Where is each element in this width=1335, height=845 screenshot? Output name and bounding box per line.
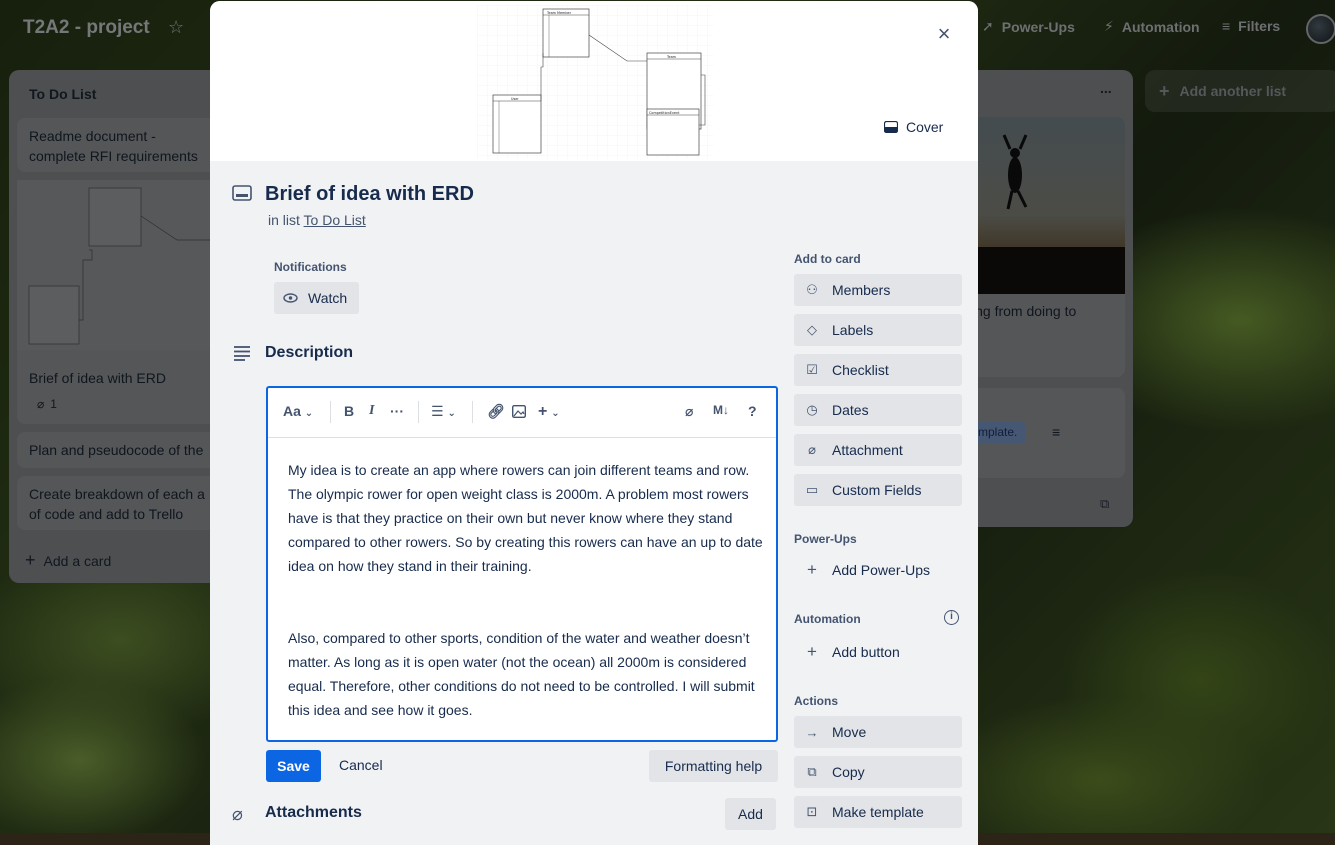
labels-button[interactable]: ◇ Labels (794, 314, 962, 346)
members-label: Members (832, 282, 891, 298)
add-button-button[interactable]: + Add button (794, 636, 962, 668)
description-icon (234, 346, 250, 361)
toolbar-divider (330, 401, 331, 423)
image-icon[interactable] (512, 405, 526, 418)
add-button-label: Add button (832, 644, 900, 660)
erd-table-label: Team Member (546, 11, 572, 15)
actions-section-label: Actions (794, 694, 839, 708)
custom-fields-button[interactable]: ▭ Custom Fields (794, 474, 962, 506)
clock-icon: ◷ (806, 402, 818, 417)
erd-cover-image: Team Member Team User CompetitionEvent (477, 5, 713, 159)
custom-fields-icon: ▭ (805, 482, 819, 497)
close-icon: × (937, 21, 951, 46)
paperclip-icon: ⌀ (685, 403, 694, 419)
attachments-heading: Attachments (265, 804, 362, 821)
add-power-ups-label: Add Power-Ups (832, 562, 931, 578)
checklist-button[interactable]: ☑ Checklist (794, 354, 962, 386)
attachment-button[interactable]: ⌀ Attachment (794, 434, 962, 466)
add-attachment-button[interactable]: Add (725, 798, 776, 830)
move-label: Move (832, 724, 867, 740)
paperclip-icon: ⌀ (232, 804, 243, 824)
card-cover: Team Member Team User CompetitionEvent × (210, 1, 978, 161)
automation-section-label: Automation (794, 612, 861, 626)
checklist-label: Checklist (832, 362, 889, 378)
description-heading: Description (265, 344, 354, 361)
in-list-text: in list To Do List (268, 212, 366, 228)
checklist-icon: ☑ (806, 362, 818, 377)
move-button[interactable]: → Move (794, 716, 962, 748)
card-title[interactable]: Brief of idea with ERD (265, 183, 474, 206)
card-cover-icon (884, 121, 898, 133)
notifications-label: Notifications (274, 260, 347, 274)
dates-label: Dates (832, 402, 869, 418)
italic-button[interactable]: I (369, 403, 374, 419)
eye-icon (283, 293, 298, 303)
markdown-button[interactable]: M↓ (713, 403, 729, 417)
dates-button[interactable]: ◷ Dates (794, 394, 962, 426)
plus-icon: + (807, 560, 817, 579)
copy-label: Copy (832, 764, 865, 780)
add-to-card-label: Add to card (794, 252, 861, 266)
description-paragraph: Also, compared to other sports, conditio… (288, 630, 755, 718)
in-list-link[interactable]: To Do List (304, 212, 366, 228)
power-ups-section-label: Power-Ups (794, 532, 857, 546)
card-icon (232, 185, 252, 201)
chevron-down-icon: ⌄ (447, 408, 456, 419)
plus-icon: + (807, 642, 817, 661)
toolbar-divider (418, 401, 419, 423)
toolbar-divider (472, 401, 473, 423)
erd-table-label: User (511, 97, 519, 101)
bulleted-list-icon: ☰ (431, 403, 444, 419)
link-icon: 🔗︎ (487, 403, 505, 419)
person-icon: ⚇ (806, 282, 818, 297)
labels-label: Labels (832, 322, 874, 338)
tag-icon: ◇ (807, 322, 817, 337)
paperclip-icon: ⌀ (808, 442, 816, 457)
save-button[interactable]: Save (266, 750, 321, 782)
list-button[interactable]: ☰ ⌄ (431, 403, 456, 420)
text-style-button[interactable]: Aa ⌄ (283, 403, 313, 419)
custom-fields-label: Custom Fields (832, 482, 922, 498)
plus-icon: + (538, 403, 548, 420)
attachment-label: Attachment (832, 442, 903, 458)
attachment-toolbar-button[interactable]: ⌀ (685, 403, 693, 420)
help-button[interactable]: ? (748, 403, 757, 419)
chevron-down-icon: ⌄ (304, 408, 314, 419)
close-button[interactable]: × (928, 19, 960, 51)
cancel-button[interactable]: Cancel (339, 757, 383, 773)
template-icon: ⊡ (806, 804, 818, 819)
chevron-down-icon: ⌄ (551, 408, 560, 419)
description-editor[interactable]: Aa ⌄ B I ··· ☰ ⌄ 🔗︎ + ⌄ ⌀ M↓ ? My idea i… (266, 386, 778, 742)
erd-table-label: CompetitionEvent (649, 111, 680, 115)
copy-button[interactable]: ⧉ Copy (794, 756, 962, 788)
text-style-label: Aa (283, 403, 301, 419)
watch-label: Watch (308, 290, 348, 306)
more-formatting-button[interactable]: ··· (390, 403, 404, 419)
info-icon[interactable]: i (944, 610, 959, 625)
card-detail-modal: Team Member Team User CompetitionEvent × (210, 1, 978, 845)
add-power-ups-button[interactable]: + Add Power-Ups (794, 554, 962, 586)
make-template-label: Make template (832, 804, 924, 820)
in-list-prefix: in list (268, 212, 300, 228)
cover-label: Cover (906, 119, 944, 135)
erd-table-label: Team (666, 55, 677, 59)
copy-icon: ⧉ (807, 764, 817, 779)
bold-button[interactable]: B (344, 403, 354, 419)
link-button[interactable]: 🔗︎ (487, 403, 505, 420)
editor-toolbar: Aa ⌄ B I ··· ☰ ⌄ 🔗︎ + ⌄ ⌀ M↓ ? (268, 388, 776, 438)
description-text[interactable]: My idea is to create an app where rowers… (288, 458, 763, 722)
arrow-right-icon: → (805, 724, 819, 740)
cover-button[interactable]: Cover (884, 119, 943, 135)
make-template-button[interactable]: ⊡ Make template (794, 796, 962, 828)
formatting-help-button[interactable]: Formatting help (649, 750, 778, 782)
insert-button[interactable]: + ⌄ (538, 403, 560, 421)
description-paragraph: My idea is to create an app where rowers… (288, 462, 763, 574)
members-button[interactable]: ⚇ Members (794, 274, 962, 306)
watch-button[interactable]: Watch (274, 282, 359, 314)
